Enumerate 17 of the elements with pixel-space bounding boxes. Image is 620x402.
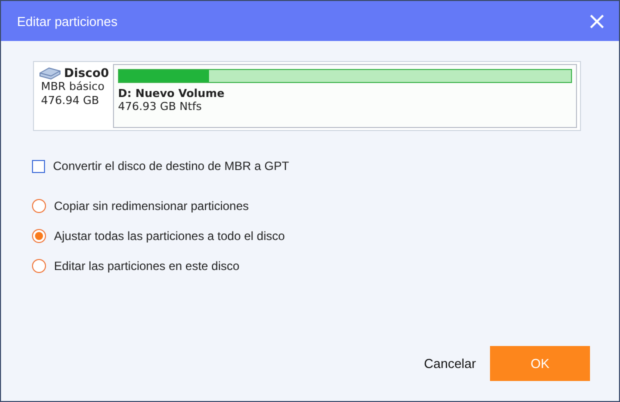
radio-label: Editar las particiones en este disco — [54, 259, 240, 273]
radio-label: Ajustar todas las particiones a todo el disco — [54, 229, 285, 243]
partition-label: D: Nuevo Volume — [118, 87, 226, 100]
radio-button[interactable] — [32, 199, 46, 213]
window-title: Editar particiones — [17, 14, 118, 28]
partition-block[interactable]: D: Nuevo Volume 476.93 GB Ntfs — [113, 64, 577, 128]
checkbox-label: Convertir el disco de destino de MBR a GPT — [53, 159, 290, 173]
cancel-button[interactable]: Cancelar — [424, 352, 476, 375]
radio-button[interactable] — [32, 229, 46, 243]
radio-button[interactable] — [32, 259, 46, 273]
radio-label: Copiar sin redimensionar particiones — [54, 199, 249, 213]
disk-name: Disco0 — [64, 66, 109, 80]
partition-info: 476.93 GB Ntfs — [118, 100, 203, 113]
disk-type: MBR básico — [40, 80, 106, 94]
checkbox[interactable] — [32, 160, 45, 172]
disk-size: 476.94 GB — [40, 94, 100, 108]
close-button[interactable]: × — [582, 9, 611, 33]
